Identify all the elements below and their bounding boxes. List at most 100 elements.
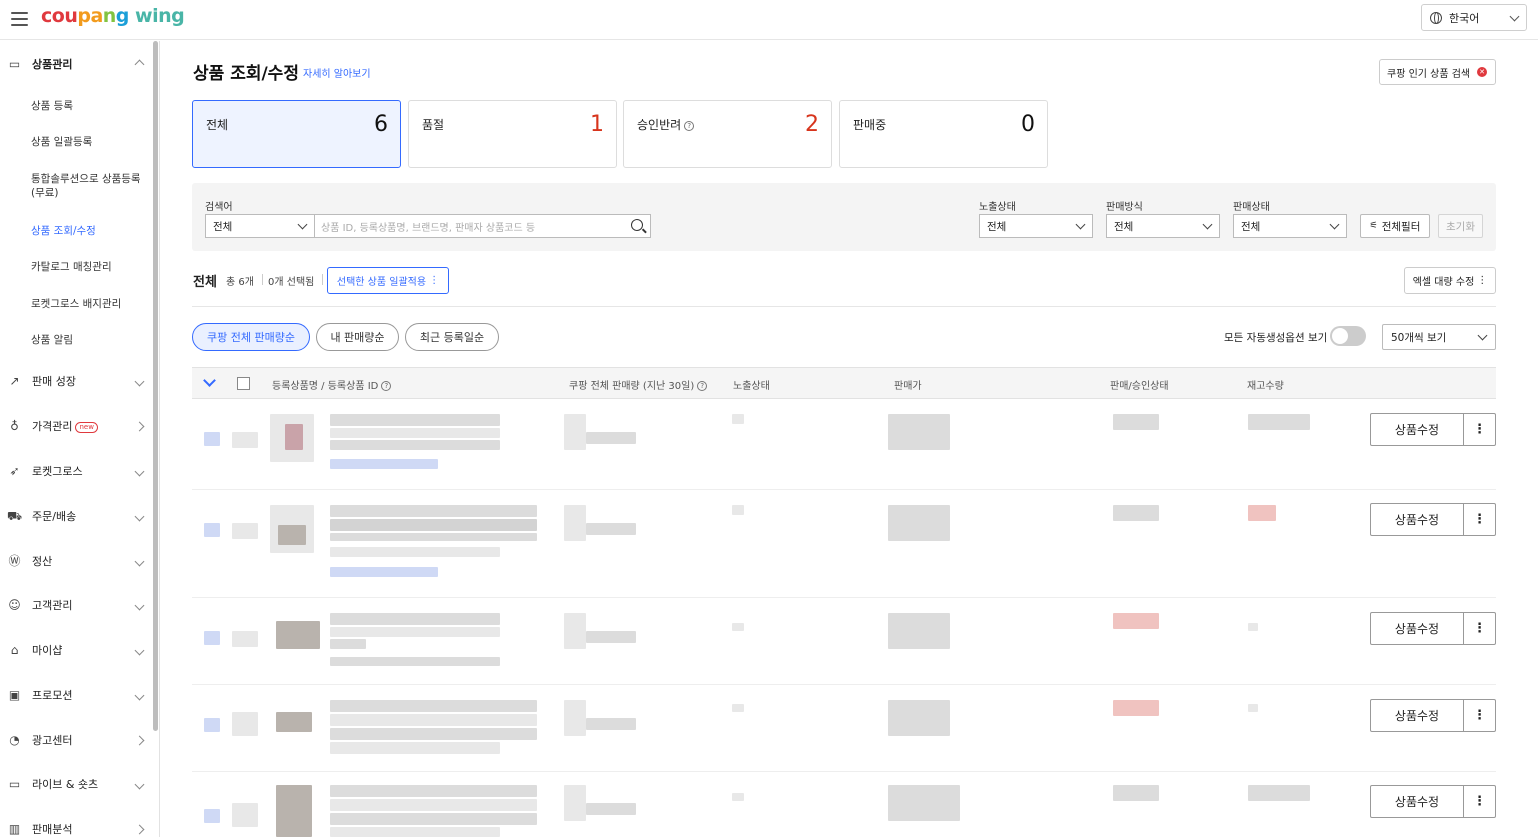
bulk-apply-button[interactable]: 선택한 상품 일괄적용 ⋮: [327, 267, 449, 294]
chart-icon: ▥: [8, 821, 21, 836]
blurred-text: [586, 718, 636, 730]
sidebar-group-customer[interactable]: ☺ 고객관리: [0, 595, 150, 615]
sidebar-item-integrated-register[interactable]: 통합솔루션으로 상품등록 (무료): [31, 172, 149, 200]
hamburger-menu-icon[interactable]: [11, 12, 28, 26]
select-all-checkbox[interactable]: [237, 377, 250, 390]
help-icon[interactable]: ?: [381, 381, 392, 391]
sale-status-select[interactable]: 전체: [1233, 214, 1347, 238]
table-row[interactable]: 상품수정 ⋮: [192, 773, 1496, 837]
stat-card-all[interactable]: 전체 6: [192, 100, 401, 168]
product-thumbnail: [276, 712, 312, 732]
blurred-text: [564, 414, 586, 450]
table-row[interactable]: 상품수정 ⋮: [192, 400, 1496, 490]
blurred-checkbox: [232, 712, 258, 736]
sidebar-scrollbar[interactable]: [153, 41, 158, 731]
stat-card-onsale[interactable]: 판매중 0: [839, 100, 1048, 168]
sidebar-group-promotion[interactable]: ▣ 프로모션: [0, 685, 150, 705]
all-filter-button[interactable]: ⚟ 전체필터: [1360, 214, 1430, 238]
chevron-down-icon: [134, 645, 145, 655]
sidebar-group-ad[interactable]: ◔ 광고센터: [0, 730, 150, 750]
sidebar-group-label: 상품관리: [32, 58, 73, 71]
stat-card-soldout[interactable]: 품절 1: [408, 100, 617, 168]
product-edit-button[interactable]: 상품수정: [1371, 504, 1464, 535]
sidebar-group-analytics[interactable]: ▥ 판매분석: [0, 819, 150, 837]
search-placeholder: 상품 ID, 등록상품명, 브랜드명, 판매자 상품코드 등: [321, 222, 536, 234]
sidebar-item-product-alert[interactable]: 상품 알림: [31, 333, 149, 347]
more-vertical-icon[interactable]: ⋮: [1464, 613, 1495, 644]
stat-label: 승인반려: [637, 118, 682, 132]
sidebar-group-product[interactable]: ▭ 상품관리: [0, 54, 150, 74]
exposure-select[interactable]: 전체: [979, 214, 1093, 238]
sidebar-group-settlement[interactable]: Ⓦ 정산: [0, 551, 150, 571]
sidebar-item-rocket-badge[interactable]: 로켓그로스 배지관리: [31, 297, 149, 311]
page-title: 상품 조회/수정: [193, 64, 299, 84]
blurred-text: [564, 613, 586, 649]
sidebar-item-product-register[interactable]: 상품 등록: [31, 99, 149, 113]
table-row[interactable]: 상품수정 ⋮: [192, 686, 1496, 772]
logo-text-4: g: [115, 5, 136, 27]
chevron-down-icon: [1477, 330, 1488, 341]
more-vertical-icon[interactable]: ⋮: [1464, 504, 1495, 535]
blurred-text: [732, 623, 744, 631]
stat-card-rejected[interactable]: 승인반려? 2: [623, 100, 832, 168]
blurred-checkbox: [232, 803, 258, 827]
table-row[interactable]: 상품수정 ⋮: [192, 599, 1496, 685]
sort-recent[interactable]: 최근 등록일순: [405, 323, 499, 351]
table-row[interactable]: 상품수정 ⋮: [192, 491, 1496, 598]
column-header-status: 판매/승인상태: [1110, 381, 1169, 392]
sidebar-group-order[interactable]: ⛟ 주문/배송: [0, 506, 150, 526]
help-icon[interactable]: ?: [697, 381, 708, 391]
sidebar-group-rocket[interactable]: ➶ 로켓그로스: [0, 461, 150, 481]
ad-icon: ◔: [9, 732, 20, 747]
sidebar-item-catalog-matching[interactable]: 카탈로그 매칭관리: [31, 260, 149, 274]
product-edit-button[interactable]: 상품수정: [1371, 613, 1464, 644]
blurred-price: [888, 505, 950, 541]
blurred-text: [732, 414, 744, 424]
help-icon[interactable]: ?: [684, 120, 695, 131]
excel-bulk-edit-button[interactable]: 엑셀 대량 수정 ⋮: [1404, 267, 1496, 294]
toggle-knob: [1332, 328, 1348, 344]
more-vertical-icon[interactable]: ⋮: [1464, 414, 1495, 445]
search-scope-select[interactable]: 전체: [205, 214, 315, 238]
coupang-wing-logo[interactable]: coupang wing: [41, 5, 185, 27]
blurred-text: [330, 714, 537, 726]
more-vertical-icon[interactable]: ⋮: [1464, 700, 1495, 731]
learn-more-link[interactable]: 자세히 알아보기: [303, 65, 371, 80]
per-page-select[interactable]: 50개씩 보기: [1382, 324, 1496, 350]
filter-icon: ⚟: [1369, 221, 1378, 231]
blurred-text: [330, 639, 366, 649]
hot-product-search-label: 쿠팡 인기 상품 검색: [1387, 68, 1471, 80]
product-edit-button-group: 상품수정 ⋮: [1370, 612, 1496, 645]
search-scope-value: 전체: [213, 220, 233, 233]
stat-label: 판매중: [853, 118, 887, 132]
reset-button[interactable]: 초기화: [1438, 214, 1483, 238]
sort-coupang-sales[interactable]: 쿠팡 전체 판매량순: [192, 323, 310, 351]
hot-product-search-button[interactable]: 쿠팡 인기 상품 검색 ✕: [1379, 59, 1496, 85]
product-edit-button[interactable]: 상품수정: [1371, 700, 1464, 731]
column-header-stock: 재고수량: [1247, 381, 1284, 392]
sidebar-group-myshop[interactable]: ⌂ 마이샵: [0, 640, 150, 660]
search-input[interactable]: 상품 ID, 등록상품명, 브랜드명, 판매자 상품코드 등: [315, 214, 651, 238]
sort-my-sales[interactable]: 내 판매량순: [316, 323, 399, 351]
excel-edit-label: 엑셀 대량 수정: [1412, 277, 1475, 288]
blurred-expander: [204, 432, 220, 446]
sidebar-item-bulk-register[interactable]: 상품 일괄등록: [31, 135, 149, 149]
product-edit-button[interactable]: 상품수정: [1371, 786, 1464, 817]
chevron-down-icon: [1329, 219, 1340, 230]
blurred-status: [1113, 414, 1159, 430]
chevron-right-icon: [134, 735, 145, 745]
blurred-link: [330, 459, 438, 469]
blurred-expander: [204, 631, 220, 645]
product-edit-button[interactable]: 상품수정: [1371, 414, 1464, 445]
expand-all-icon[interactable]: [203, 374, 216, 387]
sidebar-item-product-search[interactable]: 상품 조회/수정: [31, 224, 149, 238]
auto-option-toggle[interactable]: [1330, 326, 1366, 346]
sidebar-group-price[interactable]: ♁ 가격관리 new: [0, 416, 150, 436]
sidebar-group-live[interactable]: ▭ 라이브 & 숏츠: [0, 774, 150, 794]
language-select[interactable]: 한국어: [1421, 4, 1527, 31]
sale-method-select[interactable]: 전체: [1106, 214, 1220, 238]
sidebar-group-label: 주문/배송: [32, 510, 77, 523]
sidebar-group-growth[interactable]: ↗ 판매 성장: [0, 371, 150, 391]
more-vertical-icon[interactable]: ⋮: [1464, 786, 1495, 817]
search-icon[interactable]: [631, 219, 643, 231]
